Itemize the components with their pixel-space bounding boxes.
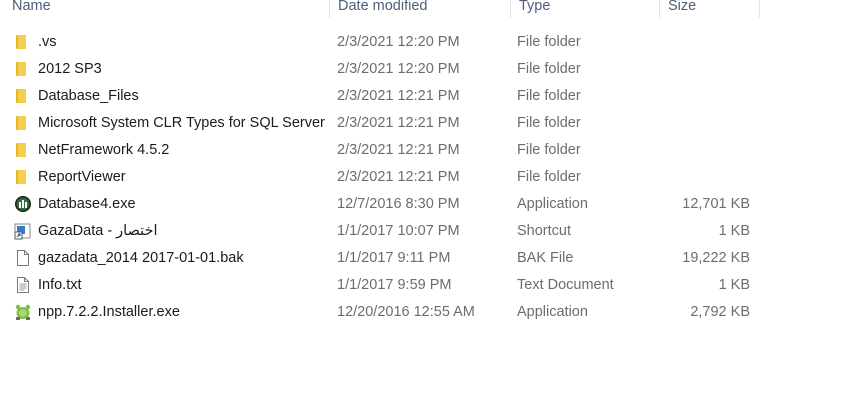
file-name: 2012 SP3 bbox=[38, 61, 102, 77]
file-date-modified: 2/3/2021 12:21 PM bbox=[337, 142, 460, 158]
file-name: gazadata_2014 2017-01-01.bak bbox=[38, 250, 244, 266]
file-row[interactable]: 2012 SP3 2/3/2021 12:20 PM File folder bbox=[0, 56, 866, 83]
file-name: Microsoft System CLR Types for SQL Serve… bbox=[38, 115, 325, 131]
file-type: Application bbox=[517, 196, 588, 212]
file-name: NetFramework 4.5.2 bbox=[38, 142, 170, 158]
column-header-row: Name Date modified Type Size bbox=[0, 0, 866, 18]
file-name: npp.7.2.2.Installer.exe bbox=[38, 304, 180, 320]
file-row[interactable]: Info.txt 1/1/2017 9:59 PM Text Document … bbox=[0, 272, 866, 299]
file-size: 19,222 KB bbox=[682, 250, 750, 266]
file-name: ReportViewer bbox=[38, 169, 126, 185]
file-list: .vs 2/3/2021 12:20 PM File folder 2012 S… bbox=[0, 29, 866, 326]
folder-icon bbox=[14, 141, 32, 159]
file-name: GazaData - اختصار bbox=[38, 223, 158, 239]
file-date-modified: 2/3/2021 12:20 PM bbox=[337, 61, 460, 77]
file-date-modified: 1/1/2017 9:59 PM bbox=[337, 277, 452, 293]
file-name: Info.txt bbox=[38, 277, 82, 293]
file-date-modified: 2/3/2021 12:21 PM bbox=[337, 115, 460, 131]
file-size bbox=[660, 56, 750, 83]
file-date-modified: 2/3/2021 12:21 PM bbox=[337, 88, 460, 104]
folder-icon bbox=[14, 87, 32, 105]
file-row[interactable]: ReportViewer 2/3/2021 12:21 PM File fold… bbox=[0, 164, 866, 191]
blank-file-icon bbox=[14, 249, 32, 267]
file-row[interactable]: GazaData - اختصار 1/1/2017 10:07 PM Shor… bbox=[0, 218, 866, 245]
file-name: Database_Files bbox=[38, 88, 139, 104]
file-type: Application bbox=[517, 304, 588, 320]
file-size: 2,792 KB bbox=[690, 304, 750, 320]
folder-icon bbox=[14, 168, 32, 186]
file-row[interactable]: gazadata_2014 2017-01-01.bak 1/1/2017 9:… bbox=[0, 245, 866, 272]
column-header-type[interactable]: Type bbox=[510, 0, 659, 18]
column-header-name[interactable]: Name bbox=[4, 0, 329, 18]
file-date-modified: 12/7/2016 8:30 PM bbox=[337, 196, 460, 212]
file-size: 1 KB bbox=[718, 277, 750, 293]
file-size: 1 KB bbox=[718, 223, 750, 239]
file-size bbox=[660, 83, 750, 110]
file-row[interactable]: Database4.exe 12/7/2016 8:30 PM Applicat… bbox=[0, 191, 866, 218]
column-header-size[interactable]: Size bbox=[659, 0, 760, 18]
file-size bbox=[660, 29, 750, 56]
file-row[interactable]: NetFramework 4.5.2 2/3/2021 12:21 PM Fil… bbox=[0, 137, 866, 164]
file-type: File folder bbox=[517, 115, 581, 131]
file-row[interactable]: Database_Files 2/3/2021 12:21 PM File fo… bbox=[0, 83, 866, 110]
file-date-modified: 12/20/2016 12:55 AM bbox=[337, 304, 475, 320]
file-size bbox=[660, 110, 750, 137]
file-type: File folder bbox=[517, 34, 581, 50]
file-type: File folder bbox=[517, 88, 581, 104]
file-row[interactable]: .vs 2/3/2021 12:20 PM File folder bbox=[0, 29, 866, 56]
file-type: Text Document bbox=[517, 277, 614, 293]
folder-icon bbox=[14, 60, 32, 78]
file-size: 12,701 KB bbox=[682, 196, 750, 212]
file-type: File folder bbox=[517, 169, 581, 185]
text-file-icon bbox=[14, 276, 32, 294]
file-date-modified: 2/3/2021 12:21 PM bbox=[337, 169, 460, 185]
file-type: Shortcut bbox=[517, 223, 571, 239]
file-name: .vs bbox=[38, 34, 57, 50]
folder-icon bbox=[14, 33, 32, 51]
file-date-modified: 1/1/2017 10:07 PM bbox=[337, 223, 460, 239]
notepadpp-installer-icon bbox=[14, 303, 32, 321]
file-size bbox=[660, 164, 750, 191]
column-header-date-modified[interactable]: Date modified bbox=[329, 0, 510, 18]
shortcut-icon bbox=[14, 222, 32, 240]
database-app-icon bbox=[14, 195, 32, 213]
file-row[interactable]: Microsoft System CLR Types for SQL Serve… bbox=[0, 110, 866, 137]
file-type: File folder bbox=[517, 142, 581, 158]
file-type: File folder bbox=[517, 61, 581, 77]
file-name: Database4.exe bbox=[38, 196, 136, 212]
file-date-modified: 1/1/2017 9:11 PM bbox=[337, 250, 451, 266]
file-size bbox=[660, 137, 750, 164]
folder-icon bbox=[14, 114, 32, 132]
file-date-modified: 2/3/2021 12:20 PM bbox=[337, 34, 460, 50]
file-type: BAK File bbox=[517, 250, 574, 266]
file-row[interactable]: npp.7.2.2.Installer.exe 12/20/2016 12:55… bbox=[0, 299, 866, 326]
